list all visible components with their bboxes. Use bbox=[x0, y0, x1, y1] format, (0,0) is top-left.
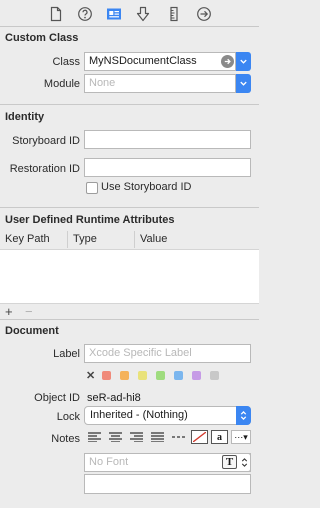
more-format-dropdown-icon[interactable]: ⋯▾ bbox=[231, 430, 251, 444]
align-center-icon[interactable] bbox=[107, 430, 124, 444]
label-color-yellow[interactable] bbox=[138, 371, 147, 380]
column-divider bbox=[134, 231, 135, 248]
align-left-icon[interactable] bbox=[86, 430, 103, 444]
notes-label: Notes bbox=[51, 433, 80, 445]
restoration-id-label: Restoration ID bbox=[9, 163, 80, 175]
align-justify-icon[interactable] bbox=[149, 430, 166, 444]
label-color-blue[interactable] bbox=[174, 371, 183, 380]
module-field[interactable]: None bbox=[84, 74, 236, 93]
navigate-to-class-icon[interactable] bbox=[221, 55, 234, 68]
runtime-attributes-table[interactable] bbox=[0, 249, 259, 304]
lock-label: Lock bbox=[56, 411, 80, 423]
size-inspector-icon[interactable] bbox=[166, 6, 182, 22]
identity-header: Identity bbox=[5, 111, 45, 123]
clear-label-color-icon[interactable]: ✕ bbox=[86, 369, 95, 382]
chevron-down-icon bbox=[240, 59, 247, 64]
class-label: Class bbox=[52, 56, 80, 68]
quick-help-icon[interactable] bbox=[77, 6, 93, 22]
label-color-gray[interactable] bbox=[210, 371, 219, 380]
document-label-field[interactable]: Xcode Specific Label bbox=[84, 344, 251, 363]
label-color-orange[interactable] bbox=[120, 371, 129, 380]
font-stepper[interactable] bbox=[238, 453, 251, 472]
storyboard-id-field[interactable] bbox=[84, 130, 251, 149]
font-picker-icon[interactable]: T bbox=[222, 455, 237, 469]
text-color-icon[interactable]: a bbox=[211, 430, 228, 444]
updown-chevron-icon bbox=[240, 411, 247, 420]
label-color-red[interactable] bbox=[102, 371, 111, 380]
class-field[interactable]: MyNSDocumentClass bbox=[84, 52, 236, 71]
lock-popup-button[interactable] bbox=[236, 406, 251, 425]
column-divider bbox=[67, 231, 68, 248]
chevron-down-icon bbox=[240, 81, 247, 86]
document-label-label: Label bbox=[53, 348, 80, 360]
class-dropdown-button[interactable] bbox=[236, 52, 251, 71]
column-header-type[interactable]: Type bbox=[73, 233, 97, 245]
document-header: Document bbox=[5, 325, 59, 337]
runtime-attributes-header: User Defined Runtime Attributes bbox=[5, 214, 175, 226]
section-divider bbox=[0, 207, 259, 208]
use-storyboard-id-label: Use Storyboard ID bbox=[101, 181, 192, 193]
custom-class-header: Custom Class bbox=[5, 32, 79, 44]
remove-attribute-button[interactable]: − bbox=[25, 304, 33, 319]
align-right-icon[interactable] bbox=[128, 430, 145, 444]
lock-popup[interactable]: Inherited - (Nothing) bbox=[84, 406, 251, 425]
module-label: Module bbox=[43, 78, 80, 90]
use-storyboard-id-checkbox[interactable] bbox=[86, 182, 98, 194]
section-divider bbox=[0, 104, 259, 105]
storyboard-id-label: Storyboard ID bbox=[12, 135, 80, 147]
column-header-value[interactable]: Value bbox=[140, 233, 167, 245]
attributes-inspector-icon[interactable] bbox=[135, 6, 151, 22]
align-natural-icon[interactable] bbox=[170, 430, 187, 444]
updown-chevron-icon bbox=[241, 458, 247, 467]
add-attribute-button[interactable]: + bbox=[5, 304, 13, 319]
object-id-value: seR-ad-hi8 bbox=[87, 392, 141, 404]
section-divider bbox=[0, 319, 259, 320]
label-color-purple[interactable] bbox=[192, 371, 201, 380]
inspector-tab-bar bbox=[0, 0, 259, 27]
notes-text-area[interactable] bbox=[84, 474, 251, 494]
connections-inspector-icon[interactable] bbox=[196, 6, 212, 22]
restoration-id-field[interactable] bbox=[84, 158, 251, 177]
no-background-color-icon[interactable] bbox=[191, 430, 208, 444]
module-dropdown-button[interactable] bbox=[236, 74, 251, 93]
label-color-green[interactable] bbox=[156, 371, 165, 380]
column-header-key-path[interactable]: Key Path bbox=[5, 233, 50, 245]
identity-inspector-icon[interactable] bbox=[106, 6, 122, 22]
object-id-label: Object ID bbox=[34, 392, 80, 404]
file-inspector-icon[interactable] bbox=[48, 6, 64, 22]
